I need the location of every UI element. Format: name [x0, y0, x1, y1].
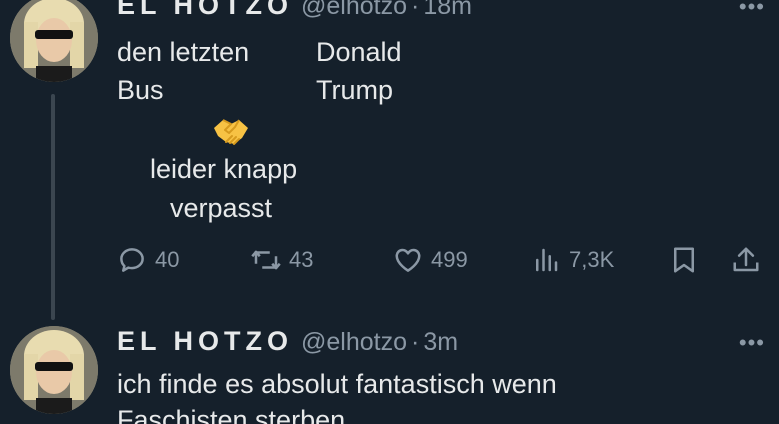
tweet-text-line: leider knapp	[150, 154, 298, 184]
tweet-text-line: Trump	[316, 75, 394, 105]
handle[interactable]: @elhotzo	[301, 0, 407, 21]
reply-count: 40	[155, 247, 180, 272]
bookmark-icon	[674, 247, 694, 273]
tweet-text-line: Bus	[117, 75, 164, 105]
timeline: EL HOTZO @elhotzo · 18m ••• den letzten …	[0, 0, 779, 424]
repost-icon	[251, 250, 281, 270]
avatar[interactable]	[10, 0, 98, 82]
timestamp[interactable]: 18m	[423, 0, 472, 21]
separator: ·	[411, 0, 420, 20]
repost-button[interactable]: 43	[251, 240, 313, 280]
tweet-text-line: den letzten	[117, 37, 250, 67]
reply-icon	[120, 248, 144, 272]
tweet-text-line: verpasst	[170, 193, 273, 223]
avatar[interactable]	[10, 326, 98, 414]
display-name[interactable]: EL HOTZO	[117, 326, 293, 357]
views-button[interactable]: 7,3K	[531, 240, 614, 280]
views-icon	[536, 248, 558, 272]
tweet-header: EL HOTZO @elhotzo · 3m	[117, 326, 458, 357]
more-icon[interactable]: •••	[739, 0, 765, 18]
handle[interactable]: @elhotzo	[301, 328, 407, 357]
more-icon[interactable]: •••	[739, 332, 765, 354]
views-count: 7,3K	[569, 247, 615, 272]
share-button[interactable]	[731, 240, 769, 280]
tweet-text-line: ich finde es absolut fantastisch wenn	[117, 369, 557, 399]
tweet-header: EL HOTZO @elhotzo · 18m	[117, 0, 472, 21]
timestamp[interactable]: 3m	[423, 328, 458, 357]
like-button[interactable]: 499	[393, 240, 468, 280]
thread-line	[51, 94, 55, 320]
display-name[interactable]: EL HOTZO	[117, 0, 293, 21]
tweet-text-line: Faschisten sterben	[117, 405, 346, 424]
avatar-image	[10, 326, 98, 414]
handshake-emoji-icon	[214, 119, 248, 145]
heart-icon	[395, 248, 421, 272]
like-count: 499	[431, 247, 468, 272]
tweet-text-line: Donald	[316, 37, 402, 67]
reply-button[interactable]: 40	[117, 240, 179, 280]
bookmark-button[interactable]	[669, 240, 707, 280]
share-icon	[733, 247, 759, 272]
separator: ·	[411, 328, 420, 356]
avatar-image	[10, 0, 98, 82]
repost-count: 43	[289, 247, 314, 272]
tweet-actions: 40 43 499 7,3K	[117, 240, 767, 280]
